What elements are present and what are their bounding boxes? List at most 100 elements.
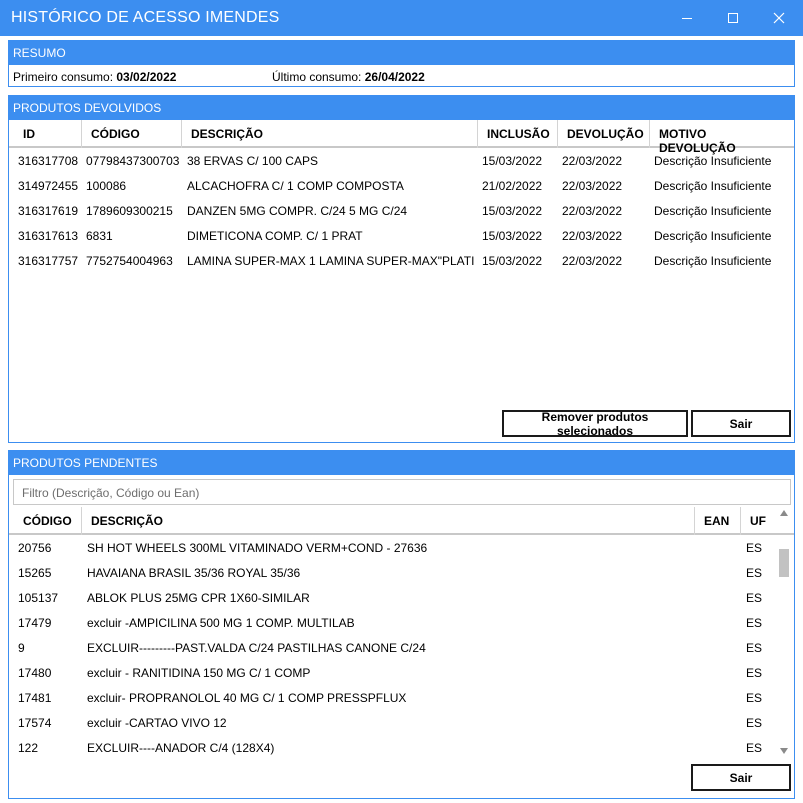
- table-row[interactable]: 17481 excluir- PROPRANOLOL 40 MG C/ 1 CO…: [9, 685, 775, 710]
- cell-descricao: ALCACHOFRA C/ 1 COMP COMPOSTA: [187, 179, 404, 193]
- app-window: HISTÓRICO DE ACESSO IMENDES RESUMO Prime…: [0, 0, 803, 803]
- cell-devolucao: 22/03/2022: [562, 204, 623, 218]
- cell-uf: ES: [746, 741, 763, 755]
- minimize-button[interactable]: [664, 0, 710, 36]
- pendentes-panel: PRODUTOS PENDENTES Filtro (Descrição, Có…: [8, 450, 795, 799]
- close-icon: [773, 12, 785, 24]
- maximize-button[interactable]: [710, 0, 756, 36]
- table-row[interactable]: 122 EXCLUIR----ANADOR C/4 (128X4) ES: [9, 735, 775, 760]
- cell-id: 314972455: [18, 179, 79, 193]
- table-row[interactable]: 316317708 07798437300703 38 ERVAS C/ 100…: [9, 148, 794, 173]
- cell-motivo: Descrição Insuficiente: [654, 154, 772, 168]
- devolvidos-grid-header: ID CÓDIGO DESCRIÇÃO INCLUSÃO DEVOLUÇÃO M…: [9, 120, 794, 155]
- scroll-down-icon[interactable]: [779, 747, 789, 755]
- cell-codigo: 1789609300215: [86, 204, 173, 218]
- cell-codigo: 9: [18, 641, 25, 655]
- cell-descricao: excluir- PROPRANOLOL 40 MG C/ 1 COMP PRE…: [87, 691, 407, 705]
- cell-codigo: 15265: [18, 566, 52, 580]
- cell-codigo: 17481: [18, 691, 52, 705]
- sair-pendentes-button[interactable]: Sair: [691, 764, 791, 791]
- cell-descricao: excluir -AMPICILINA 500 MG 1 COMP. MULTI…: [87, 616, 355, 630]
- table-row[interactable]: 105137 ABLOK PLUS 25MG CPR 1X60-SIMILAR …: [9, 585, 775, 610]
- table-row[interactable]: 316317613 6831 DIMETICONA COMP. C/ 1 PRA…: [9, 223, 794, 248]
- cell-descricao: ABLOK PLUS 25MG CPR 1X60-SIMILAR: [87, 591, 310, 605]
- table-row[interactable]: 17480 excluir - RANITIDINA 150 MG C/ 1 C…: [9, 660, 775, 685]
- col-ean[interactable]: EAN: [695, 507, 741, 535]
- table-row[interactable]: 17574 excluir -CARTAO VIVO 12 ES: [9, 710, 775, 735]
- cell-descricao: EXCLUIR---------PAST.VALDA C/24 PASTILHA…: [87, 641, 426, 655]
- title-bar[interactable]: HISTÓRICO DE ACESSO IMENDES: [0, 0, 803, 36]
- table-row[interactable]: 316317619 1789609300215 DANZEN 5MG COMPR…: [9, 198, 794, 223]
- cell-motivo: Descrição Insuficiente: [654, 179, 772, 193]
- cell-uf: ES: [746, 616, 763, 630]
- table-row[interactable]: 20756 SH HOT WHEELS 300ML VITAMINADO VER…: [9, 535, 775, 560]
- pendentes-header: PRODUTOS PENDENTES: [9, 451, 794, 475]
- cell-id: 316317708: [18, 154, 79, 168]
- cell-descricao: LAMINA SUPER-MAX 1 LAMINA SUPER-MAX"PLAT…: [187, 254, 475, 268]
- col-codigo[interactable]: CÓDIGO: [82, 120, 182, 148]
- col-descricao[interactable]: DESCRIÇÃO: [82, 507, 695, 535]
- col-devolucao[interactable]: DEVOLUÇÃO: [558, 120, 650, 148]
- cell-motivo: Descrição Insuficiente: [654, 229, 772, 243]
- primeiro-consumo: Primeiro consumo: 03/02/2022: [13, 70, 176, 84]
- cell-devolucao: 22/03/2022: [562, 229, 623, 243]
- cell-descricao: excluir - RANITIDINA 150 MG C/ 1 COMP: [87, 666, 311, 680]
- maximize-icon: [728, 13, 738, 23]
- col-inclusao[interactable]: INCLUSÃO: [478, 120, 558, 148]
- cell-id: 316317757: [18, 254, 79, 268]
- pendentes-grid-header: CÓDIGO DESCRIÇÃO EAN UF: [9, 507, 794, 535]
- cell-descricao: EXCLUIR----ANADOR C/4 (128X4): [87, 741, 275, 755]
- minimize-icon: [682, 18, 692, 19]
- primeiro-consumo-value: 03/02/2022: [116, 70, 177, 84]
- sair-devolvidos-button[interactable]: Sair: [691, 410, 791, 437]
- cell-descricao: DIMETICONA COMP. C/ 1 PRAT: [187, 229, 363, 243]
- pendentes-scrollbar[interactable]: [775, 507, 793, 757]
- filter-input[interactable]: Filtro (Descrição, Código ou Ean): [13, 479, 791, 505]
- cell-codigo: 7752754004963: [86, 254, 173, 268]
- cell-inclusao: 21/02/2022: [482, 179, 543, 193]
- devolvidos-rows: 316317708 07798437300703 38 ERVAS C/ 100…: [9, 148, 794, 273]
- cell-codigo: 17479: [18, 616, 52, 630]
- table-row[interactable]: 9 EXCLUIR---------PAST.VALDA C/24 PASTIL…: [9, 635, 775, 660]
- col-uf[interactable]: UF: [741, 507, 775, 535]
- cell-codigo: 122: [18, 741, 39, 755]
- primeiro-consumo-label: Primeiro consumo:: [13, 70, 114, 84]
- col-codigo[interactable]: CÓDIGO: [14, 507, 82, 535]
- cell-descricao: 38 ERVAS C/ 100 CAPS: [187, 154, 318, 168]
- col-id[interactable]: ID: [14, 120, 82, 148]
- devolvidos-panel: PRODUTOS DEVOLVIDOS ID CÓDIGO DESCRIÇÃO …: [8, 95, 795, 443]
- close-button[interactable]: [756, 0, 802, 36]
- cell-codigo: 100086: [86, 179, 127, 193]
- table-row[interactable]: 15265 HAVAIANA BRASIL 35/36 ROYAL 35/36 …: [9, 560, 775, 585]
- cell-descricao: SH HOT WHEELS 300ML VITAMINADO VERM+COND…: [87, 541, 428, 555]
- cell-devolucao: 22/03/2022: [562, 154, 623, 168]
- cell-descricao: DANZEN 5MG COMPR. C/24 5 MG C/24: [187, 204, 408, 218]
- table-row[interactable]: 316317757 7752754004963 LAMINA SUPER-MAX…: [9, 248, 794, 273]
- remove-selected-button[interactable]: Remover produtos selecionados: [502, 410, 688, 438]
- cell-descricao: excluir -CARTAO VIVO 12: [87, 716, 227, 730]
- cell-inclusao: 15/03/2022: [482, 229, 543, 243]
- col-motivo[interactable]: MOTIVO DEVOLUÇÃO: [650, 120, 790, 155]
- cell-codigo: 105137: [18, 591, 59, 605]
- cell-uf: ES: [746, 691, 763, 705]
- cell-motivo: Descrição Insuficiente: [654, 254, 772, 268]
- col-descricao[interactable]: DESCRIÇÃO: [182, 120, 478, 148]
- ultimo-consumo-value: 26/04/2022: [364, 70, 425, 84]
- scroll-up-icon[interactable]: [779, 509, 789, 517]
- cell-codigo: 07798437300703: [86, 154, 180, 168]
- cell-uf: ES: [746, 641, 763, 655]
- cell-codigo: 20756: [18, 541, 52, 555]
- cell-devolucao: 22/03/2022: [562, 179, 623, 193]
- scroll-thumb[interactable]: [779, 549, 789, 577]
- cell-descricao: HAVAIANA BRASIL 35/36 ROYAL 35/36: [87, 566, 301, 580]
- cell-codigo: 6831: [86, 229, 113, 243]
- table-row[interactable]: 314972455 100086 ALCACHOFRA C/ 1 COMP CO…: [9, 173, 794, 198]
- window-title: HISTÓRICO DE ACESSO IMENDES: [11, 9, 280, 26]
- devolvidos-header: PRODUTOS DEVOLVIDOS: [9, 96, 794, 120]
- cell-codigo: 17574: [18, 716, 52, 730]
- cell-uf: ES: [746, 666, 763, 680]
- cell-inclusao: 15/03/2022: [482, 204, 543, 218]
- table-row[interactable]: 17479 excluir -AMPICILINA 500 MG 1 COMP.…: [9, 610, 775, 635]
- cell-id: 316317613: [18, 229, 79, 243]
- ultimo-consumo-label: Último consumo:: [272, 70, 362, 84]
